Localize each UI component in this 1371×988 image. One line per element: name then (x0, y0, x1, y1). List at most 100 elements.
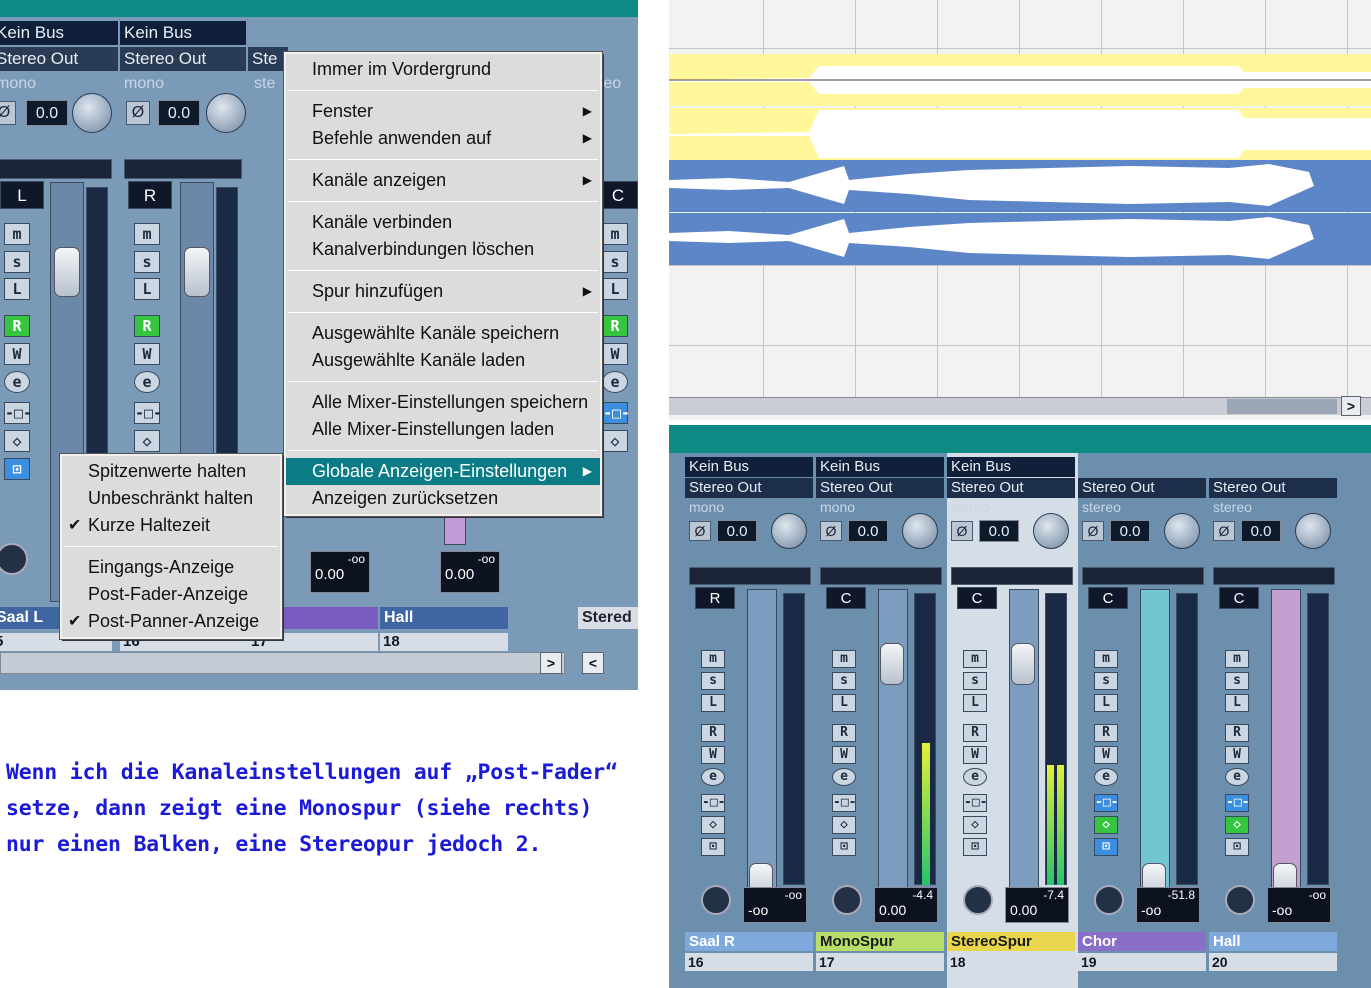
send-icon[interactable]: ⊡ (963, 838, 987, 856)
read-button[interactable]: R (4, 315, 30, 337)
pan-knob[interactable] (902, 513, 938, 549)
phase-button[interactable]: Ø (1082, 521, 1104, 541)
menu-item[interactable]: Fenster ▶ (286, 98, 600, 125)
fader-handle[interactable] (1011, 643, 1035, 685)
monitor-button[interactable] (701, 885, 731, 915)
channel-name[interactable]: MonoSpur (816, 932, 944, 951)
input-gain-value[interactable]: 0.0 (979, 520, 1019, 542)
listen-button[interactable]: L (832, 694, 856, 712)
insert-icon[interactable]: -□- (832, 794, 856, 812)
eq-icon[interactable]: ◇ (701, 816, 725, 834)
listen-button[interactable]: L (701, 694, 725, 712)
insert-icon[interactable]: -□- (602, 402, 630, 424)
pan-knob[interactable] (1295, 513, 1331, 549)
input-gain-value[interactable]: 0.0 (158, 100, 200, 126)
mute-button[interactable]: m (963, 650, 987, 668)
input-bus-selector[interactable]: Kein Bus (947, 457, 1075, 477)
fader-handle[interactable] (184, 247, 210, 297)
arrange-horizontal-scrollbar[interactable]: > (669, 396, 1371, 416)
send-icon[interactable]: ⊡ (701, 838, 725, 856)
mixer-channel-hall[interactable]: Stereo Out stereo Ø 0.0 Cm s L R We -□- ◇ ⊡ -oo -oo Ha… (1209, 453, 1340, 988)
mute-button[interactable]: m (701, 650, 725, 668)
mixer-channel-saal-r[interactable]: Kein Bus Stereo Out mono Ø 0.0 Rm s L R We -□- ◇ ⊡ -o… (685, 453, 816, 988)
monitor-button[interactable] (1225, 885, 1255, 915)
menu-item[interactable]: Eingangs-Anzeige (62, 554, 280, 581)
menu-item[interactable]: Ausgewählte Kanäle laden (286, 347, 600, 374)
menu-item[interactable]: Anzeigen zurücksetzen (286, 485, 600, 512)
listen-button[interactable]: L (963, 694, 987, 712)
volume-fader[interactable] (747, 589, 777, 889)
solo-button[interactable]: s (701, 672, 725, 690)
channel-name[interactable]: Hall (380, 607, 508, 629)
listen-button[interactable]: L (1225, 694, 1249, 712)
menu-item[interactable]: Kanäle anzeigen ▶ (286, 167, 600, 194)
scroll-left-button[interactable]: < (582, 652, 604, 674)
insert-icon[interactable]: -□- (1094, 794, 1118, 812)
insert-icon[interactable]: -□- (4, 402, 32, 424)
channel-name[interactable]: Stered (578, 607, 638, 629)
solo-button[interactable]: s (832, 672, 856, 690)
write-button[interactable]: W (1225, 746, 1249, 764)
mute-button[interactable]: m (134, 223, 160, 245)
write-button[interactable]: W (963, 746, 987, 764)
insert-icon[interactable]: -□- (963, 794, 987, 812)
insert-icon[interactable]: -□- (134, 402, 162, 424)
mixer-channel-stereospur[interactable]: Kein Bus Stereo Out stereo Ø 0.0 Cm s L R We -□- ◇ ⊡… (947, 453, 1078, 988)
solo-button[interactable]: s (1225, 672, 1249, 690)
mute-button[interactable]: m (4, 223, 30, 245)
write-button[interactable]: W (701, 746, 725, 764)
send-icon[interactable]: ⊡ (1094, 838, 1118, 856)
edit-button[interactable]: e (1094, 768, 1118, 786)
phase-button[interactable]: Ø (126, 101, 150, 125)
phase-button[interactable]: Ø (951, 521, 973, 541)
read-button[interactable]: R (134, 315, 160, 337)
phase-button[interactable]: Ø (1213, 521, 1235, 541)
mute-button[interactable]: m (1225, 650, 1249, 668)
solo-button[interactable]: s (1094, 672, 1118, 690)
solo-button[interactable]: s (134, 251, 160, 273)
solo-button[interactable]: s (4, 251, 30, 273)
monitor-button[interactable] (963, 885, 993, 915)
mute-button[interactable]: m (602, 223, 628, 245)
phase-button[interactable]: Ø (689, 521, 711, 541)
solo-button[interactable]: s (963, 672, 987, 690)
input-bus-selector[interactable]: Kein Bus (120, 21, 246, 45)
edit-button[interactable]: e (134, 371, 160, 393)
send-icon[interactable]: ⊡ (832, 838, 856, 856)
eq-icon[interactable]: ◇ (4, 430, 30, 452)
read-button[interactable]: R (832, 724, 856, 742)
channel-name[interactable]: Hall (1209, 932, 1337, 951)
read-button[interactable]: R (1094, 724, 1118, 742)
output-bus-selector[interactable]: Stereo Out (816, 478, 944, 498)
fader-handle[interactable] (54, 247, 80, 297)
mixer-channel-chor[interactable]: Stereo Out stereo Ø 0.0 Cm s L R We -□- ◇ ⊡ -51.8 -oo… (1078, 453, 1209, 988)
write-button[interactable]: W (602, 343, 628, 365)
phase-button[interactable]: Ø (820, 521, 842, 541)
write-button[interactable]: W (4, 343, 30, 365)
input-gain-value[interactable]: 0.0 (26, 100, 68, 126)
input-bus-selector[interactable]: Kein Bus (0, 21, 118, 45)
pan-knob[interactable] (771, 513, 807, 549)
output-bus-selector[interactable]: Stereo Out (1078, 478, 1206, 498)
phase-button[interactable]: Ø (0, 101, 16, 125)
read-button[interactable]: R (963, 724, 987, 742)
listen-button[interactable]: L (602, 278, 628, 300)
menu-item[interactable]: Befehle anwenden auf ▶ (286, 125, 600, 152)
output-bus-selector[interactable]: Stereo Out (1209, 478, 1337, 498)
pan-knob[interactable] (1033, 513, 1069, 549)
edit-button[interactable]: e (4, 371, 30, 393)
read-button[interactable]: R (701, 724, 725, 742)
input-gain-value[interactable]: 0.0 (1241, 520, 1281, 542)
send-icon[interactable]: ⊡ (1225, 838, 1249, 856)
edit-button[interactable]: e (832, 768, 856, 786)
menu-item[interactable]: Alle Mixer-Einstellungen laden (286, 416, 600, 443)
eq-icon[interactable]: ◇ (832, 816, 856, 834)
monitor-button[interactable] (0, 543, 28, 575)
volume-fader[interactable] (1271, 589, 1301, 889)
write-button[interactable]: W (832, 746, 856, 764)
volume-fader[interactable] (1009, 589, 1039, 889)
menu-item[interactable]: Alle Mixer-Einstellungen speichern (286, 389, 600, 416)
input-bus-selector[interactable]: Kein Bus (816, 457, 944, 477)
send-icon[interactable]: ⊡ (4, 458, 30, 480)
volume-fader[interactable] (878, 589, 908, 889)
